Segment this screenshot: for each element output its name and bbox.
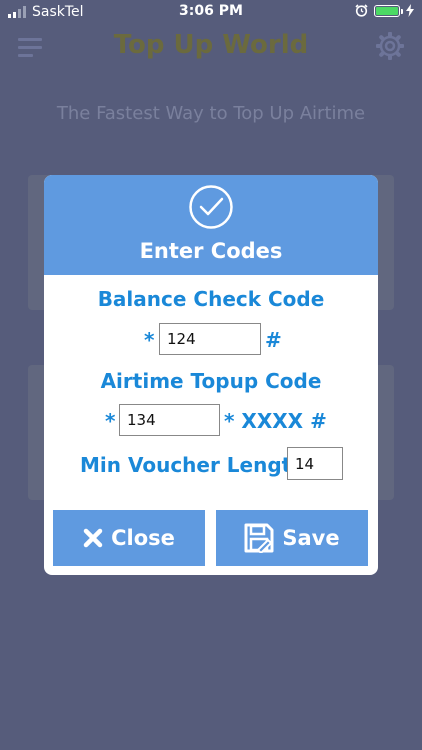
dialog-header: Enter Codes [44,175,378,275]
airtime-prefix: * [105,409,116,433]
gear-icon[interactable] [376,32,404,60]
balance-prefix: * [144,328,155,352]
app-tagline: The Fastest Way to Top Up Airtime [56,103,366,124]
min-voucher-label: Min Voucher Length [80,453,306,477]
enter-codes-dialog: Enter Codes Balance Check Code * # Airti… [44,175,378,575]
status-bar: SaskTel 3:06 PM [0,0,422,24]
app-bar: Top Up World [0,28,422,68]
charging-icon [406,4,414,17]
close-button-label: Close [111,526,175,550]
status-right [355,4,414,17]
airtime-topup-input[interactable] [119,404,220,436]
alarm-icon [355,4,368,17]
check-circle-icon [189,185,233,229]
app-title: Top Up World [113,30,309,60]
close-x-icon [83,528,103,548]
save-button[interactable]: Save [216,510,368,566]
balance-suffix: # [265,328,282,352]
save-button-label: Save [282,526,340,550]
balance-check-input[interactable] [159,323,261,355]
airtime-topup-label: Airtime Topup Code [100,369,322,393]
balance-check-label: Balance Check Code [97,287,325,311]
close-button[interactable]: Close [53,510,205,566]
battery-icon [374,4,403,17]
airtime-suffix: * XXXX # [224,409,327,433]
min-voucher-input[interactable] [287,447,343,480]
dialog-title: Enter Codes [139,239,283,263]
floppy-save-icon [244,523,274,553]
